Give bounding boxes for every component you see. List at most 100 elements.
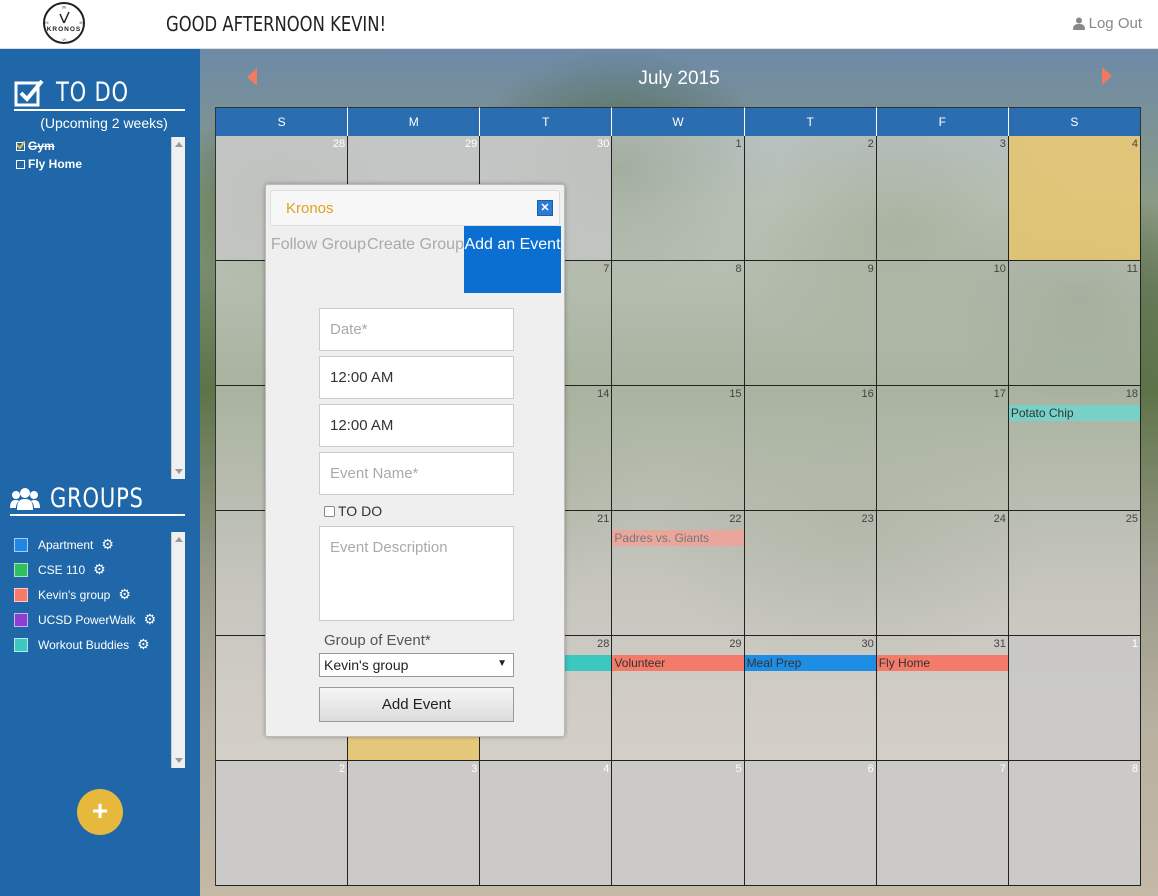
day-cell[interactable]: 2 <box>744 136 877 261</box>
day-cell[interactable]: 7 <box>876 761 1009 886</box>
group-item-label: Apartment <box>38 537 94 552</box>
todo-item-fly-home[interactable]: Fly Home <box>14 155 185 173</box>
day-cell[interactable]: 3 <box>348 761 481 886</box>
day-number: 16 <box>861 388 874 400</box>
svg-text:KRONOS: KRONOS <box>47 26 82 33</box>
add-event-button[interactable]: Add Event <box>319 687 514 722</box>
day-number: 18 <box>1125 388 1138 400</box>
todo-item-label: Fly Home <box>28 157 83 171</box>
date-field[interactable]: Date* <box>319 308 514 351</box>
event-bar[interactable]: Potato Chip <box>1008 405 1140 421</box>
kronos-logo[interactable]: KRONOS XII VI IX III <box>33 2 95 44</box>
todo-checkbox-row[interactable]: TO DO <box>324 503 382 519</box>
day-cell[interactable]: 6 <box>744 761 877 886</box>
event-description-field[interactable]: Event Description <box>319 526 514 621</box>
day-cell[interactable]: 16 <box>744 386 877 511</box>
day-cell[interactable]: 8 <box>1008 761 1141 886</box>
day-cell[interactable]: 8 <box>612 261 745 386</box>
day-cell[interactable]: 10 <box>876 261 1009 386</box>
day-cell[interactable]: 24 <box>876 511 1009 636</box>
add-event-dialog: Kronos ✕ Follow Group Create Group Add a… <box>265 184 565 737</box>
group-select[interactable]: Kevin's group ▼ <box>319 653 514 677</box>
event-bar[interactable]: Meal Prep <box>744 655 876 671</box>
day-cell[interactable]: 4 <box>480 761 613 886</box>
day-cell[interactable]: 2 <box>216 761 349 886</box>
sidebar: TO DO (Upcoming 2 weeks) Gym Fly Home GR <box>0 49 200 896</box>
group-item-ucsd-powerwalk[interactable]: UCSD PowerWalk ⚙ <box>14 607 185 632</box>
day-cell[interactable]: 30 Meal Prep <box>744 636 877 761</box>
month-title: July 2015 <box>638 68 720 89</box>
group-item-apartment[interactable]: Apartment ⚙ <box>14 532 185 557</box>
tab-create-group[interactable]: Create Group <box>367 226 464 293</box>
tab-follow-group[interactable]: Follow Group <box>270 226 367 293</box>
day-number: 30 <box>861 638 874 650</box>
todo-list[interactable]: Gym Fly Home <box>14 137 185 479</box>
weekday-label: W <box>612 107 745 136</box>
day-cell[interactable]: 9 <box>744 261 877 386</box>
groups-scrollbar[interactable] <box>171 532 185 768</box>
group-item-kevins-group[interactable]: Kevin's group ⚙ <box>14 582 185 607</box>
checked-checkbox-icon[interactable] <box>16 140 25 151</box>
logout-link[interactable]: Log Out <box>1072 15 1142 32</box>
day-cell[interactable]: 22 Padres vs. Giants <box>612 511 745 636</box>
scroll-up-icon[interactable] <box>175 537 183 542</box>
event-bar[interactable]: Volunteer <box>612 655 744 671</box>
day-cell[interactable]: 25 <box>1008 511 1141 636</box>
group-item-cse-110[interactable]: CSE 110 ⚙ <box>14 557 185 582</box>
todo-divider <box>14 109 185 111</box>
day-number: 7 <box>603 263 610 275</box>
weekday-label: T <box>480 107 613 136</box>
scroll-down-icon[interactable] <box>175 469 183 474</box>
day-cell[interactable]: 3 <box>876 136 1009 261</box>
todo-item-label: Gym <box>28 139 55 153</box>
svg-text:XII: XII <box>62 6 66 10</box>
add-button[interactable]: + <box>77 789 123 835</box>
day-cell[interactable]: 1 <box>612 136 745 261</box>
day-number: 3 <box>999 138 1006 150</box>
day-cell[interactable]: 18 Potato Chip <box>1008 386 1141 511</box>
day-number: 8 <box>1131 763 1138 775</box>
checkbox-icon <box>14 79 44 106</box>
logout-label: Log Out <box>1088 15 1142 32</box>
gear-icon[interactable]: ⚙ <box>93 561 106 578</box>
end-time-field[interactable]: 12:00 AM <box>319 404 514 447</box>
gear-icon[interactable]: ⚙ <box>137 636 150 653</box>
gear-icon[interactable]: ⚙ <box>101 536 114 553</box>
todo-item-gym[interactable]: Gym <box>14 137 185 155</box>
group-item-workout-buddies[interactable]: Workout Buddies ⚙ <box>14 632 185 657</box>
event-bar[interactable]: Padres vs. Giants <box>612 530 744 546</box>
gear-icon[interactable]: ⚙ <box>118 586 131 603</box>
unchecked-checkbox-icon[interactable] <box>16 159 25 169</box>
day-cell-highlighted[interactable]: 4 <box>1008 136 1141 261</box>
day-number: 1 <box>1131 638 1138 650</box>
groups-list[interactable]: Apartment ⚙ CSE 110 ⚙ Kevin's group ⚙ UC… <box>14 532 185 768</box>
day-cell[interactable]: 5 <box>612 761 745 886</box>
scroll-down-icon[interactable] <box>175 758 183 763</box>
day-cell[interactable]: 15 <box>612 386 745 511</box>
day-number: 21 <box>597 513 610 525</box>
group-select-value: Kevin's group <box>324 657 409 673</box>
day-number: 23 <box>861 513 874 525</box>
day-cell[interactable]: 11 <box>1008 261 1141 386</box>
event-bar[interactable]: Fly Home <box>876 655 1008 671</box>
day-cell[interactable]: 17 <box>876 386 1009 511</box>
todo-title: TO DO <box>56 77 129 108</box>
tab-add-event[interactable]: Add an Event <box>464 226 561 293</box>
day-cell[interactable]: 23 <box>744 511 877 636</box>
event-name-field[interactable]: Event Name* <box>319 452 514 495</box>
next-month-arrow-icon[interactable] <box>1102 67 1112 85</box>
day-number: 9 <box>867 263 874 275</box>
calendar-week: 2 3 4 5 6 7 8 <box>216 761 1141 886</box>
gear-icon[interactable]: ⚙ <box>144 611 157 628</box>
scroll-up-icon[interactable] <box>175 142 183 147</box>
day-cell[interactable]: 1 <box>1008 636 1141 761</box>
day-cell[interactable]: 31 Fly Home <box>876 636 1009 761</box>
todo-checkbox[interactable] <box>324 505 335 517</box>
group-color-swatch <box>14 637 28 652</box>
todo-scrollbar[interactable] <box>171 137 185 479</box>
start-time-field[interactable]: 12:00 AM <box>319 356 514 399</box>
weekday-label: S <box>216 107 349 136</box>
day-number: 1 <box>735 138 742 150</box>
close-icon[interactable]: ✕ <box>537 200 553 216</box>
day-cell[interactable]: 29 Volunteer <box>612 636 745 761</box>
